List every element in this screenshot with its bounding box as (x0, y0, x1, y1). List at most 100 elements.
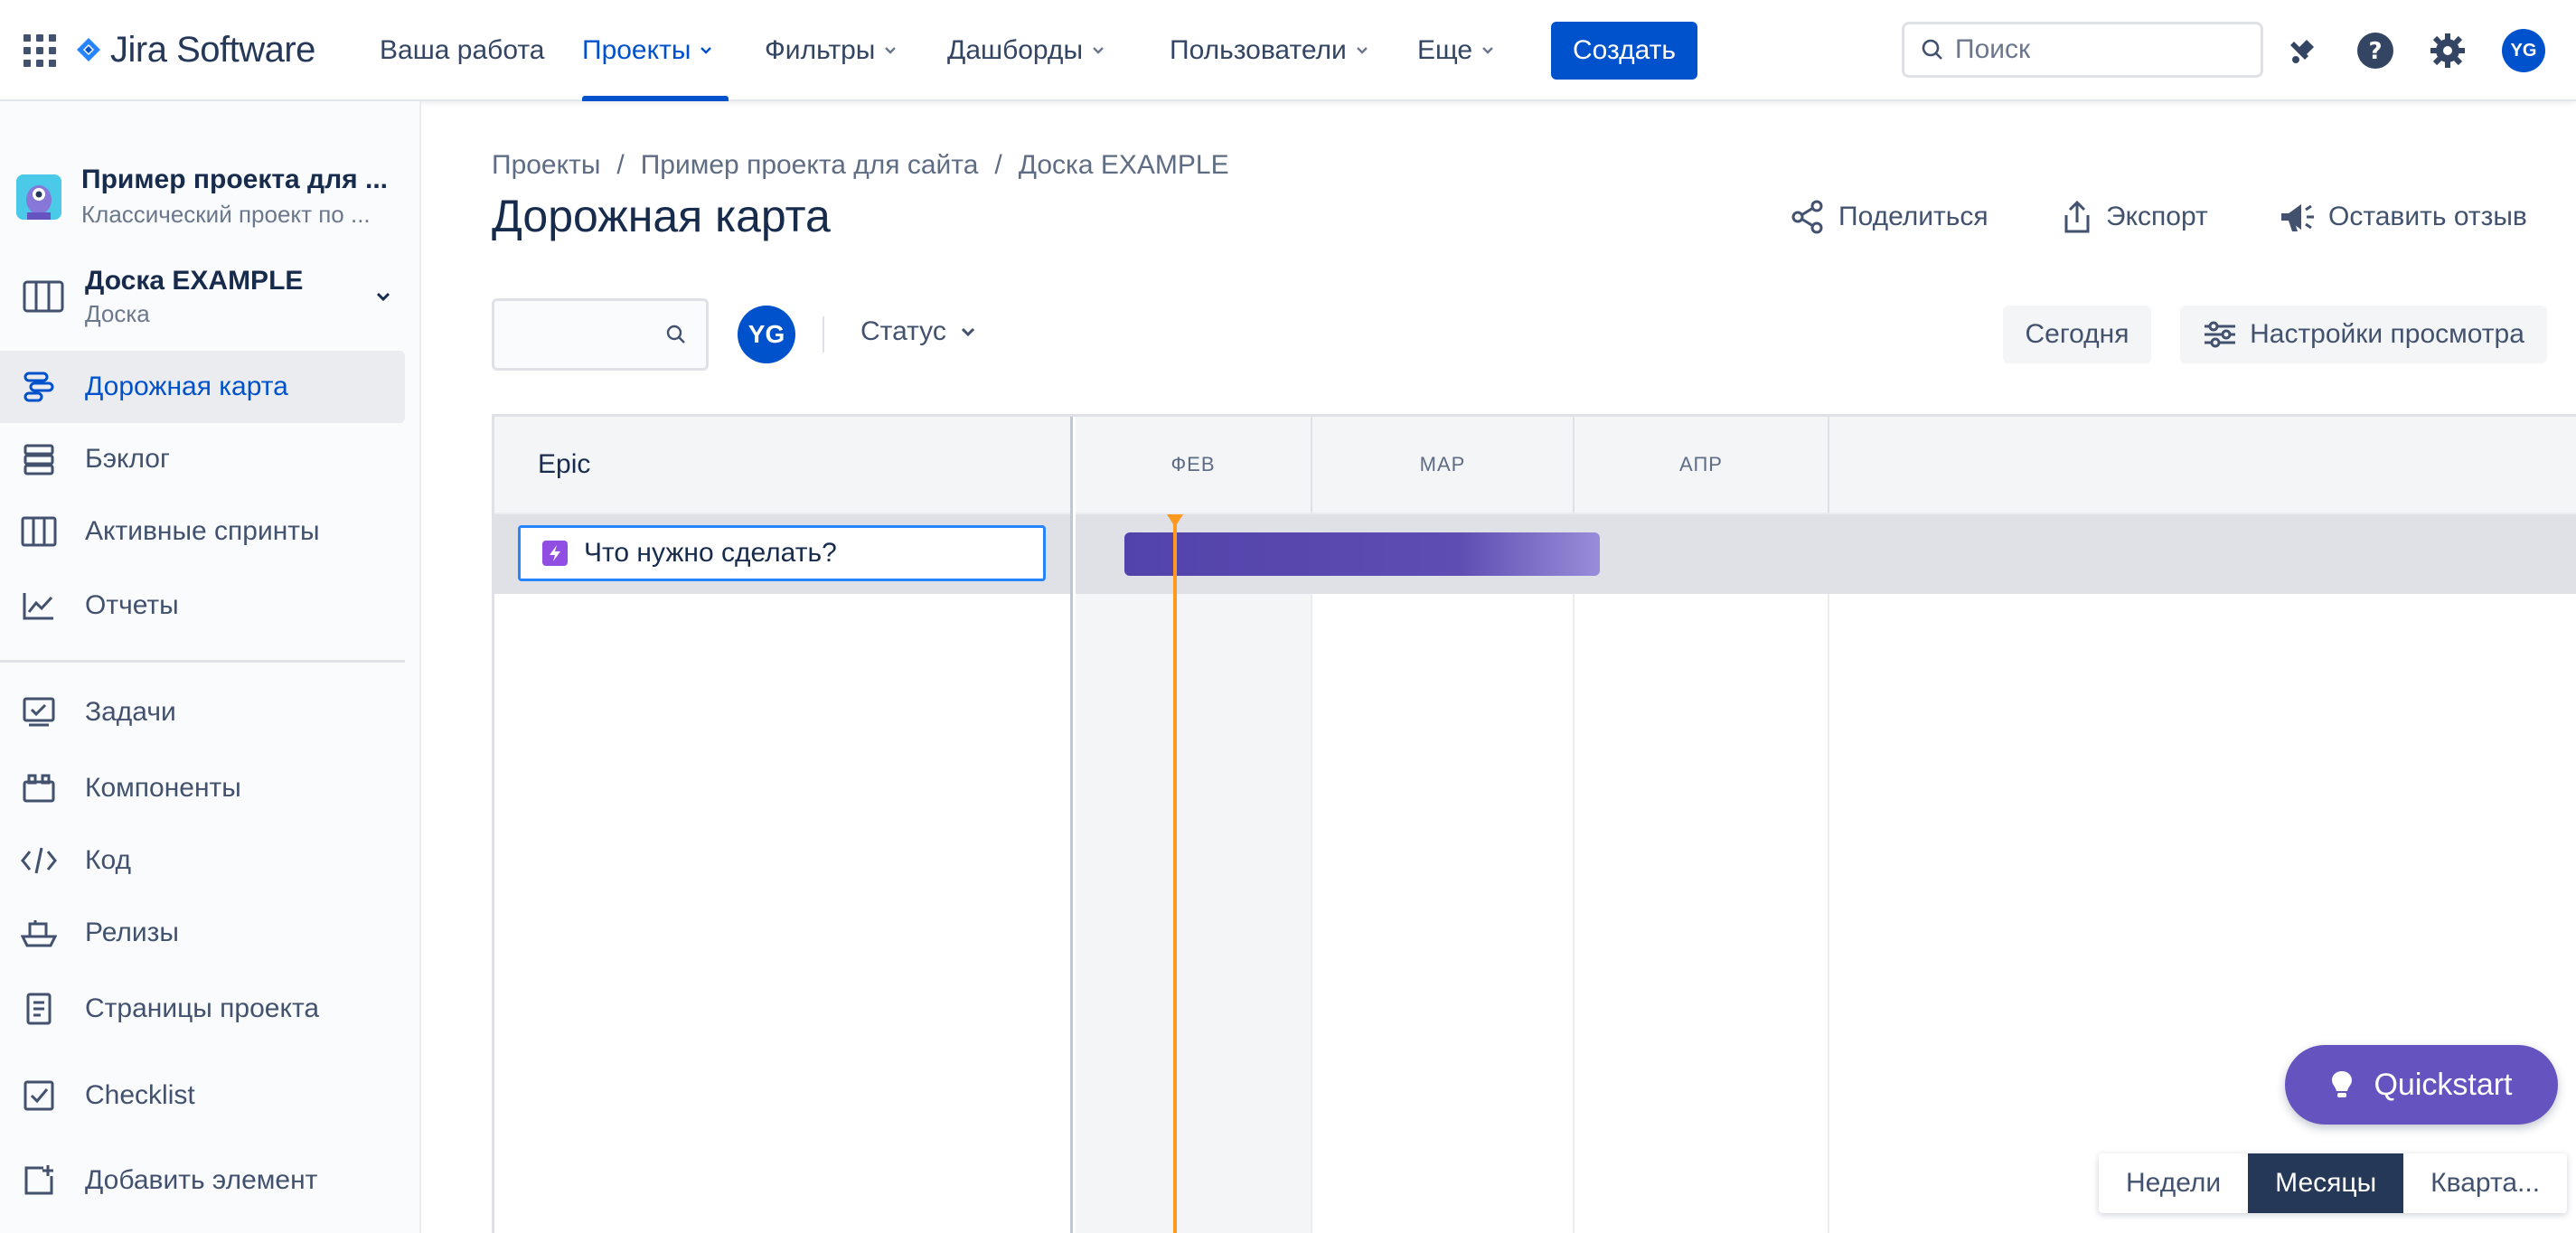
zoom-weeks-button[interactable]: Недели (2099, 1153, 2248, 1213)
month-header: МАР (1312, 417, 1575, 514)
sidebar-item-reports[interactable]: Отчеты (0, 569, 405, 642)
zoom-quarters-button[interactable]: Кварта... (2403, 1153, 2567, 1213)
sidebar-item-label: Отчеты (85, 590, 179, 620)
backlog-icon (20, 440, 58, 478)
breadcrumb-projects[interactable]: Проекты (492, 150, 600, 181)
roadmap-icon (20, 368, 58, 406)
breadcrumb-project[interactable]: Пример проекта для сайта (641, 150, 979, 181)
zoom-months-button[interactable]: Месяцы (2248, 1153, 2404, 1213)
sidebar-item-add-item[interactable]: Добавить элемент (0, 1144, 405, 1217)
chevron-down-icon (1356, 47, 1368, 54)
nav-label: Проекты (582, 35, 691, 65)
sidebar-item-components[interactable]: Компоненты (0, 752, 405, 824)
notifications-icon[interactable] (2281, 29, 2325, 72)
project-avatar-icon (16, 174, 61, 220)
logo-text: Jira Software (110, 29, 315, 70)
month-column (1312, 514, 1575, 1233)
settings-gear-icon[interactable] (2426, 29, 2469, 72)
sidebar-item-project-pages[interactable]: Страницы проекта (0, 973, 405, 1045)
sidebar-item-backlog[interactable]: Бэклог (0, 423, 405, 495)
assignee-avatar-filter[interactable]: YG (738, 306, 795, 363)
svg-text:?: ? (2368, 38, 2382, 65)
project-header[interactable]: Пример проекта для ... Классический прое… (16, 165, 388, 229)
pages-icon (20, 990, 58, 1028)
help-icon[interactable]: ? (2354, 29, 2397, 72)
nav-your-work[interactable]: Ваша работа (380, 33, 544, 69)
sidebar-item-issues[interactable]: Задачи (0, 676, 405, 748)
feedback-button[interactable]: Оставить отзыв (2278, 199, 2527, 235)
sidebar-item-label: Задачи (85, 697, 176, 727)
add-item-icon (20, 1162, 58, 1200)
jira-logo[interactable]: Jira Software (76, 27, 315, 72)
sidebar-item-label: Страницы проекта (85, 993, 320, 1023)
create-button[interactable]: Создать (1551, 22, 1697, 80)
epic-lightning-icon (542, 541, 568, 566)
search-icon (666, 325, 685, 344)
global-search[interactable] (1902, 22, 2263, 78)
feedback-label: Оставить отзыв (2328, 202, 2527, 231)
sidebar-item-roadmap[interactable]: Дорожная карта (0, 351, 405, 423)
filter-divider (823, 316, 824, 353)
releases-icon (20, 914, 58, 952)
export-label: Экспорт (2106, 202, 2208, 231)
sidebar-item-code[interactable]: Код (0, 824, 405, 897)
epic-timeline-bar[interactable] (1124, 532, 1600, 576)
share-icon (1791, 200, 1823, 234)
issues-icon (20, 693, 58, 731)
app-switcher-icon[interactable] (24, 34, 56, 67)
active-nav-indicator (582, 96, 729, 101)
nav-more[interactable]: Еще (1417, 33, 1494, 69)
sidebar-item-label: Дорожная карта (85, 372, 288, 401)
project-type: Классический проект по ... (81, 201, 371, 228)
user-avatar[interactable]: YG (2502, 29, 2545, 72)
epic-column-header: Epic (494, 417, 1070, 514)
breadcrumb-board[interactable]: Доска EXAMPLE (1019, 150, 1229, 181)
sidebar-item-checklist[interactable]: Checklist (0, 1059, 405, 1132)
today-button[interactable]: Сегодня (2003, 306, 2151, 363)
roadmap-search-input[interactable] (492, 298, 709, 371)
month-column (1076, 514, 1312, 1233)
month-header: ФЕВ (1076, 417, 1312, 514)
page-title: Дорожная карта (492, 191, 831, 241)
roadmap-grid: Epic ФЕВ МАР АПР (492, 414, 2576, 1233)
sidebar-item-label: Компоненты (85, 773, 241, 803)
sliders-icon (2205, 321, 2236, 348)
nav-projects[interactable]: Проекты (582, 33, 712, 69)
status-filter-button[interactable]: Статус (860, 316, 977, 347)
sidebar-item-label: Код (85, 845, 132, 875)
share-label: Поделиться (1838, 202, 1988, 231)
today-line (1173, 518, 1177, 1233)
nav-people[interactable]: Пользователи (1170, 33, 1368, 69)
nav-dashboards[interactable]: Дашборды (947, 33, 1105, 69)
quickstart-button[interactable]: Quickstart (2285, 1045, 2558, 1125)
project-sidebar: Пример проекта для ... Классический прое… (0, 101, 421, 1233)
new-epic-row (494, 514, 1070, 594)
jira-diamond-icon (77, 38, 100, 61)
sidebar-item-releases[interactable]: Релизы (0, 897, 405, 969)
export-icon (2064, 200, 2090, 233)
month-header: АПР (1575, 417, 1829, 514)
search-icon (1922, 39, 1942, 60)
board-selector[interactable]: Доска EXAMPLE Доска (22, 260, 401, 333)
month-column (1575, 514, 1829, 1233)
board-icon (23, 280, 64, 313)
nav-label: Ваша работа (380, 35, 545, 65)
new-epic-field[interactable] (518, 525, 1046, 581)
nav-filters[interactable]: Фильтры (765, 33, 897, 69)
quickstart-label: Quickstart (2374, 1067, 2513, 1102)
checklist-icon (20, 1077, 58, 1115)
export-button[interactable]: Экспорт (2061, 199, 2208, 235)
code-icon (20, 842, 58, 880)
project-name: Пример проекта для ... (81, 165, 388, 194)
breadcrumb: Проекты / Пример проекта для сайта / Дос… (492, 150, 1229, 181)
sidebar-item-active-sprints[interactable]: Активные спринты (0, 495, 405, 568)
sidebar-item-label: Checklist (85, 1080, 195, 1110)
search-input[interactable] (1955, 34, 2226, 65)
share-button[interactable]: Поделиться (1790, 199, 1988, 235)
board-type: Доска (85, 299, 150, 327)
status-label: Статус (860, 316, 946, 346)
chevron-down-icon (376, 292, 390, 302)
view-settings-button[interactable]: Настройки просмотра (2180, 306, 2547, 363)
breadcrumb-separator: / (616, 150, 625, 180)
new-epic-input[interactable] (584, 538, 1036, 569)
